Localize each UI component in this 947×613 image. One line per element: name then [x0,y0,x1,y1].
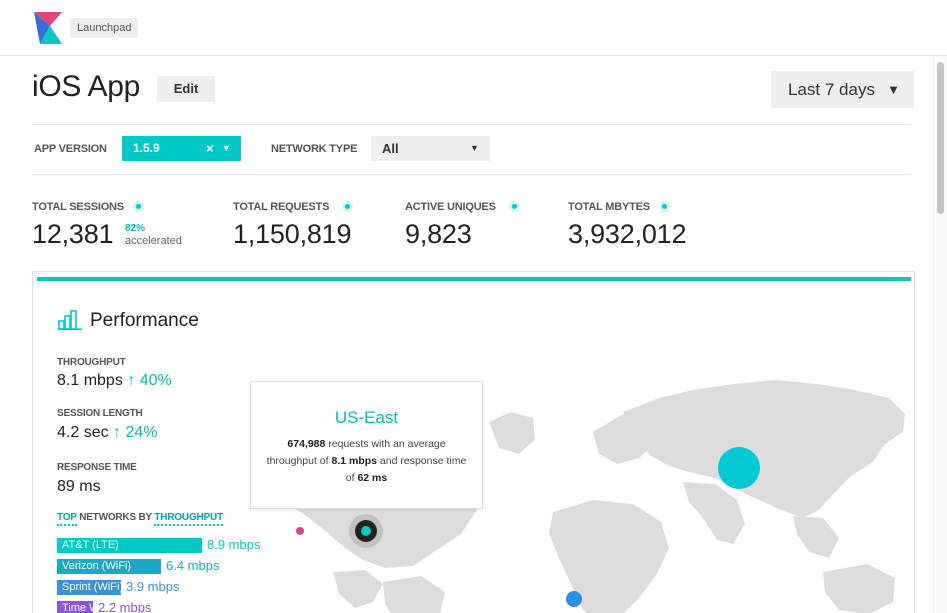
response-time-value: 89 ms [57,478,101,496]
response-time-label: RESPONSE TIME [57,462,137,473]
info-dot-icon[interactable] [345,204,350,209]
stat-total-sessions-value: 12,381 [32,219,114,249]
card-accent-bar [37,277,911,281]
map-marker-us-west[interactable] [296,527,304,535]
accelerated-label: accelerated [125,235,182,247]
map-marker-africa[interactable] [566,591,582,607]
network-bar-value: 6.4 mbps [166,558,220,573]
network-type-value: All [382,141,399,156]
stat-active-uniques-value: 9,823 [405,219,472,249]
top-networks-by-text: NETWORKS BY [76,512,155,523]
stat-total-requests-label: TOTAL REQUESTS [233,201,330,213]
tooltip-requests: 674,988 [287,438,326,450]
session-length-number: 4.2 sec [57,424,109,441]
info-dot-icon[interactable] [662,204,667,209]
session-length-delta: ↑ 24% [113,424,158,441]
page-scrollbar[interactable] [933,56,947,613]
caret-down-icon: ▼ [222,143,231,153]
network-bar-value: 8.9 mbps [207,537,261,552]
top-count-selector[interactable]: TOP [57,512,77,526]
page-title: iOS App [32,70,140,103]
info-dot-icon[interactable] [136,204,141,209]
throughput-delta: ↑ 40% [127,372,172,389]
network-bar: Sprint (WiFi) [57,580,123,595]
performance-title: Performance [90,310,199,331]
caret-down-icon: ▼ [470,143,479,153]
clear-icon[interactable]: × [206,136,214,161]
edit-button[interactable]: Edit [157,76,215,102]
tooltip-response-time: 62 ms [357,472,388,484]
throughput-number: 8.1 mbps [57,372,123,389]
stat-total-mbytes-value: 3,932,012 [568,219,687,249]
date-range-dropdown[interactable]: Last 7 days ▼ [771,71,914,108]
network-bar: Verizon (WiFi) [57,559,161,574]
stat-total-mbytes-label: TOTAL MBYTES [568,201,650,213]
top-networks-label: TOP NETWORKS BY THROUGHPUT [57,512,223,526]
network-bar: AT&T (LTE) [57,538,202,553]
chevron-down-icon: ▼ [887,82,900,97]
tooltip-body: 674,988 requests with an average through… [267,436,467,487]
divider [32,124,911,125]
network-type-select[interactable]: All ▼ [371,136,490,161]
divider [32,174,911,175]
session-length-value: 4.2 sec ↑ 24% [57,424,158,442]
info-dot-icon[interactable] [512,204,517,209]
top-bar: Launchpad [0,0,947,56]
performance-card: Performance THROUGHPUT 8.1 mbps ↑ 40% SE… [32,271,915,613]
response-time-number: 89 ms [57,478,101,495]
accelerated-percent: 82% [125,223,146,234]
stat-total-requests-value: 1,150,819 [233,219,352,249]
app-name-badge[interactable]: Launchpad [70,18,139,38]
map-tooltip: US-East 674,988 requests with an average… [250,381,483,509]
stat-active-uniques-label: ACTIVE UNIQUES [405,201,496,213]
network-type-label: NETWORK TYPE [271,143,358,155]
app-version-select[interactable]: 1.5.9 × ▼ [122,136,241,161]
bar-chart-icon [58,310,82,330]
network-bar: Time Warner [57,601,125,613]
throughput-label: THROUGHPUT [57,357,126,368]
session-length-label: SESSION LENGTH [57,408,143,419]
app-version-value: 1.5.9 [133,141,160,155]
stat-total-sessions-label: TOTAL SESSIONS [32,201,124,213]
network-bar-value: 2.2 mbps [98,600,152,613]
throughput-value: 8.1 mbps ↑ 40% [57,372,172,390]
tooltip-region-title: US-East [334,408,399,427]
app-version-label: APP VERSION [34,143,107,155]
metric-selector[interactable]: THROUGHPUT [154,512,223,526]
map-marker-asia[interactable] [718,447,760,489]
launchpad-logo-icon[interactable] [32,11,64,45]
network-bar-value: 3.9 mbps [126,579,180,594]
tooltip-throughput: 8.1 mbps [331,455,378,467]
map-marker-us-east[interactable] [355,520,377,542]
scrollbar-thumb[interactable] [937,62,944,214]
date-range-label: Last 7 days [788,80,875,99]
